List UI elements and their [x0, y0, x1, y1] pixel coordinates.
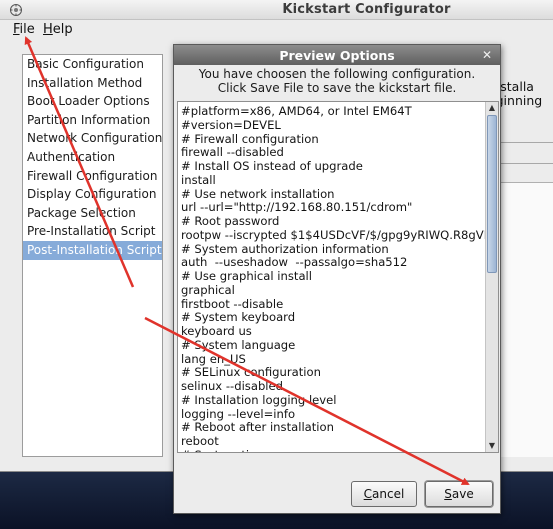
sidebar-item-post-installation-script[interactable]: Post-Installation Script [23, 240, 162, 260]
code-line: # Installation logging level [181, 393, 337, 407]
code-line: # SELinux configuration [181, 366, 321, 380]
sidebar-item-network-configuration[interactable]: Network Configuration [23, 129, 162, 148]
sidebar-item-firewall-configuration[interactable]: Firewall Configuration [23, 167, 162, 186]
sidebar-item-boot-loader-options[interactable]: Boot Loader Options [23, 92, 162, 111]
scroll-down-arrow-icon[interactable]: ▼ [486, 440, 498, 452]
close-icon[interactable]: ✕ [480, 48, 494, 62]
preview-options-dialog: Preview Options ✕ You have choosen the f… [173, 44, 501, 514]
code-line: auth --useshadow --passalgo=sha512 [181, 256, 408, 270]
dialog-message-line-1: You have choosen the following configura… [198, 67, 476, 81]
sidebar-item-installation-method[interactable]: Installation Method [23, 74, 162, 93]
code-line: firewall --disabled [181, 146, 284, 160]
sidebar-item-partition-information[interactable]: Partition Information [23, 111, 162, 130]
code-line: #version=DEVEL [181, 118, 281, 132]
code-line: lang en_US [181, 352, 246, 366]
window-title: Kickstart Configurator [282, 2, 451, 17]
code-line: # Install OS instead of upgrade [181, 160, 363, 173]
scroll-thumb[interactable] [487, 115, 497, 273]
code-line: #platform=x86, AMD64, or Intel EM64T [181, 105, 412, 118]
code-line: keyboard us [181, 325, 252, 338]
code-line: # Root password [181, 215, 280, 228]
sidebar-item-authentication[interactable]: Authentication [23, 148, 162, 167]
dialog-message: You have choosen the following configura… [174, 67, 500, 95]
sidebar-item-basic-configuration[interactable]: Basic Configuration [23, 55, 162, 74]
code-line: # System language [181, 338, 296, 352]
code-line: # System authorization information [181, 242, 389, 256]
preview-code-lines: #platform=x86, AMD64, or Intel EM64T #ver… [181, 105, 485, 452]
code-line: firstboot --disable [181, 297, 284, 311]
code-line: # Reboot after installation [181, 421, 334, 435]
code-line: selinux --disabled [181, 380, 284, 393]
dialog-title: Preview Options [279, 48, 395, 63]
code-line: # System timezone [181, 449, 485, 452]
code-line: # Firewall configuration [181, 132, 319, 146]
scroll-up-arrow-icon[interactable]: ▲ [486, 102, 498, 114]
sidebar-item-display-configuration[interactable]: Display Configuration [23, 185, 162, 204]
code-line: rootpw --iscrypted $1$4USDcVF/$/gpg9yRIW… [181, 228, 485, 242]
kickstart-preview-text[interactable]: #platform=x86, AMD64, or Intel EM64T #ver… [177, 101, 499, 453]
code-line: # System keyboard [181, 311, 296, 325]
section-sidebar: Basic Configuration Installation Method … [22, 54, 163, 457]
code-line: # Use network installation [181, 187, 335, 201]
code-line: reboot [181, 435, 219, 448]
sidebar-item-pre-installation-script[interactable]: Pre-Installation Script [23, 222, 162, 241]
code-line: graphical [181, 283, 235, 297]
sidebar-item-package-selection[interactable]: Package Selection [23, 204, 162, 223]
preview-scrollbar[interactable]: ▲ ▼ [485, 102, 498, 452]
menu-help[interactable]: Help [43, 22, 73, 37]
code-line: install [181, 173, 216, 187]
code-line: logging --level=info [181, 407, 296, 421]
code-line: url --url="http://192.168.80.151/cdrom" [181, 201, 413, 215]
window-titlebar[interactable]: Kickstart Configurator [0, 0, 553, 20]
menu-file[interactable]: File [13, 22, 35, 37]
cancel-button[interactable]: Cancel [351, 481, 417, 507]
code-line: # Use graphical install [181, 270, 312, 283]
menubar: File Help [0, 20, 553, 40]
dialog-titlebar[interactable]: Preview Options ✕ [174, 45, 500, 65]
save-button[interactable]: Save [425, 481, 493, 507]
dialog-message-line-2: Click Save File to save the kickstart fi… [217, 81, 457, 95]
